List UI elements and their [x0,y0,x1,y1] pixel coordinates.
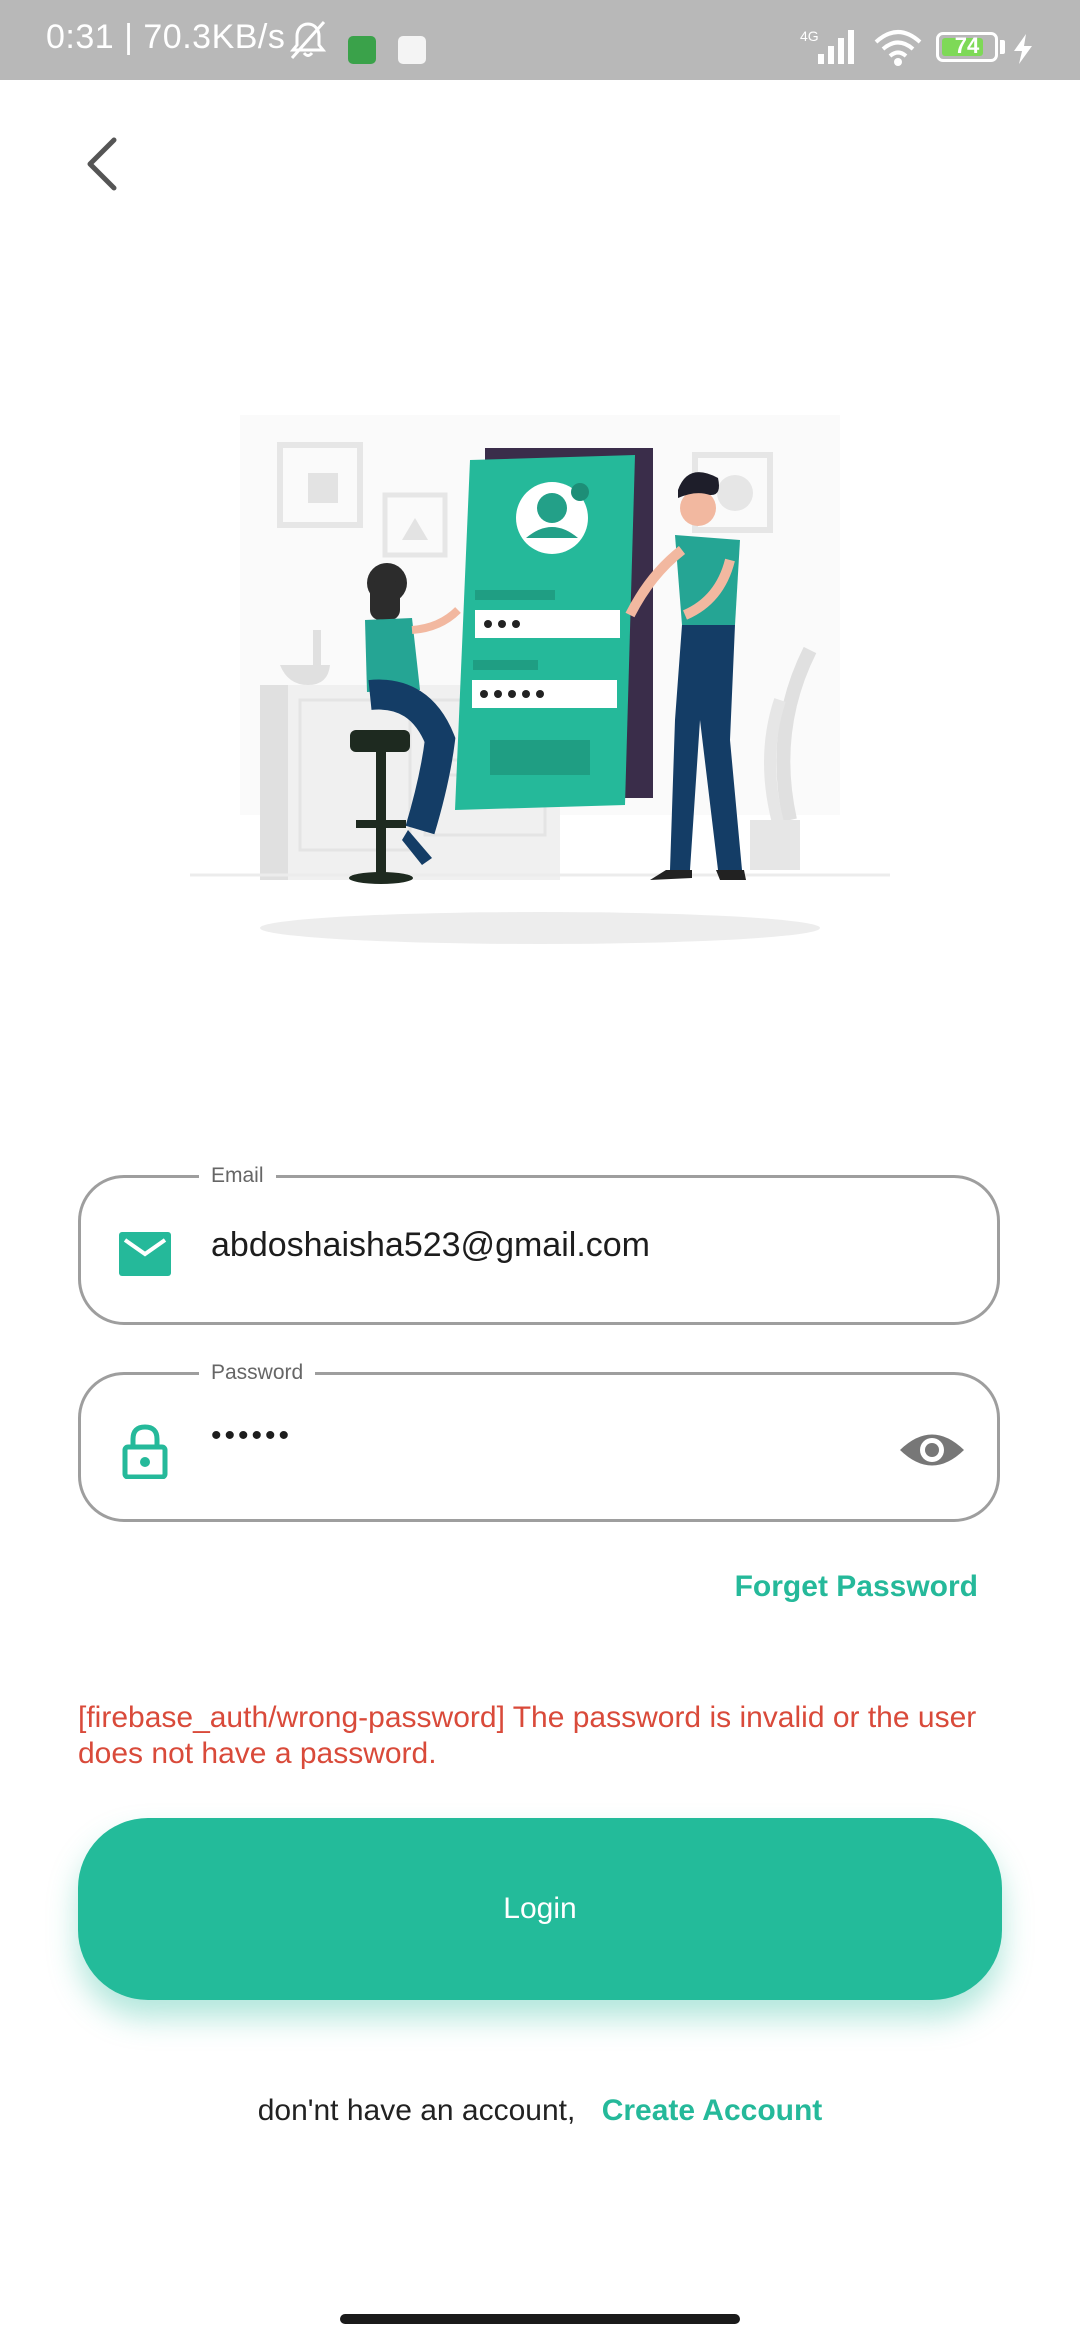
password-field[interactable]: Password •••••• [78,1361,1000,1522]
signup-prompt: don'nt have an account, [257,2094,576,2127]
charging-icon [1014,34,1032,64]
login-illustration [190,415,890,944]
create-account-link[interactable]: Create Account [602,2094,823,2127]
eye-icon[interactable] [897,1427,967,1473]
signal-icon [818,30,854,64]
password-label: Password [199,1361,316,1385]
status-time: 0:31 | 70.3KB/s [46,18,286,56]
signup-row: don'nt have an account, Create Account [0,2094,1080,2128]
mute-bell-icon [289,21,327,59]
mail-icon [119,1232,171,1276]
email-field[interactable]: Email abdoshaisha523@gmail.com [78,1164,1000,1325]
forget-password-link[interactable]: Forget Password [735,1570,978,1604]
wifi-icon [874,30,922,66]
status-bar: 0:31 | 70.3KB/s 4G 74 [0,0,1080,80]
battery-level: 74 [954,33,980,58]
home-indicator[interactable] [340,2314,740,2324]
password-input[interactable]: •••••• [211,1419,292,1453]
back-arrow-icon[interactable] [74,134,134,194]
play-store-icon [398,36,426,64]
lock-icon [122,1424,168,1479]
battery-icon: 74 [936,32,998,62]
email-input[interactable]: abdoshaisha523@gmail.com [211,1226,650,1265]
notification-app-icon [348,36,376,64]
email-label: Email [199,1164,276,1188]
error-message: [firebase_auth/wrong-password] The passw… [78,1701,977,1770]
login-button[interactable]: Login [78,1818,1002,2000]
